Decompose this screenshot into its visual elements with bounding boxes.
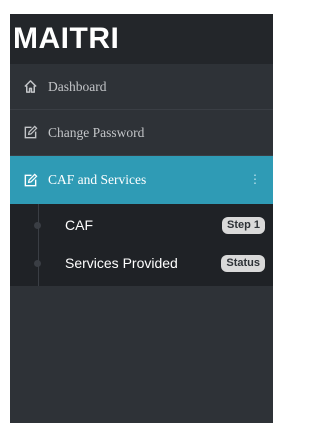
sidebar-item-change-password[interactable]: Change Password <box>10 110 273 156</box>
sidebar-item-caf-and-services[interactable]: CAF and Services ⋮ <box>10 156 273 204</box>
sidebar-header: MAITRI <box>10 14 273 64</box>
home-icon <box>22 79 38 95</box>
submenu-item-label: Services Provided <box>65 255 178 271</box>
sidebar-item-label: CAF and Services <box>48 172 147 187</box>
sidebar: MAITRI Dashboard Change Password CAF and… <box>10 14 273 423</box>
sidebar-item-dashboard[interactable]: Dashboard <box>10 64 273 110</box>
brand-logo[interactable]: MAITRI <box>13 22 119 56</box>
sidebar-item-label: Change Password <box>48 124 145 140</box>
status-badge: Status <box>221 255 265 272</box>
submenu-caf-and-services: CAF Step 1 Services Provided Status <box>10 204 273 286</box>
chevron-down-icon: ⋮ <box>249 172 261 186</box>
edit-icon <box>22 125 38 141</box>
submenu-item-caf[interactable]: CAF Step 1 <box>10 206 273 244</box>
edit-icon <box>22 172 38 188</box>
submenu-item-services-provided[interactable]: Services Provided Status <box>10 244 273 282</box>
sidebar-item-label: Dashboard <box>48 78 107 94</box>
bullet-icon <box>34 222 41 229</box>
submenu-item-label: CAF <box>65 217 93 233</box>
bullet-icon <box>34 260 41 267</box>
step-badge: Step 1 <box>221 217 265 234</box>
